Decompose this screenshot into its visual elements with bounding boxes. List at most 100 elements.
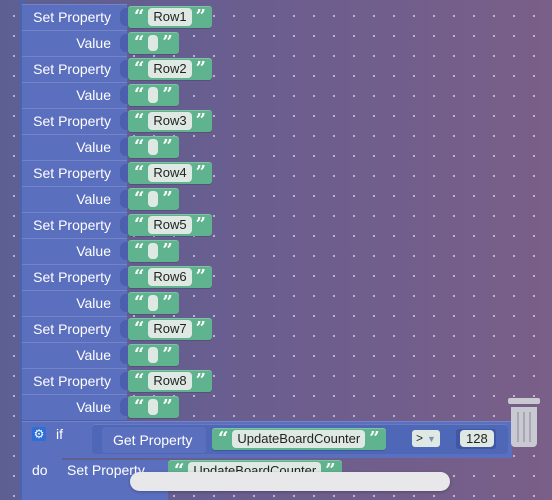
- close-quote-icon: ”: [195, 58, 206, 79]
- close-quote-icon: ”: [162, 188, 173, 209]
- value-field[interactable]: [148, 35, 159, 51]
- value-string-block[interactable]: “ ”: [128, 84, 179, 106]
- value-label: Value: [76, 87, 111, 103]
- set-property-block[interactable]: Set Property: [22, 56, 127, 83]
- close-quote-icon: ”: [162, 396, 173, 417]
- property-name-field[interactable]: Row2: [148, 60, 192, 78]
- set-property-block[interactable]: Set Property: [22, 316, 127, 343]
- set-property-block[interactable]: Set Property: [22, 4, 127, 31]
- property-name-field[interactable]: Row1: [148, 8, 192, 26]
- value-label: Value: [76, 243, 111, 259]
- close-quote-icon: ”: [195, 214, 206, 235]
- trash-can: [511, 407, 537, 447]
- gear-icon[interactable]: ⚙: [32, 427, 46, 441]
- open-quote-icon: “: [134, 84, 145, 105]
- value-row: Value: [22, 290, 127, 317]
- value-string-block[interactable]: “ ”: [128, 344, 179, 366]
- value-row: Value: [22, 186, 127, 213]
- value-row: Value: [22, 30, 127, 57]
- value-string-block[interactable]: “ ”: [128, 240, 179, 262]
- set-property-block[interactable]: Set Property: [22, 108, 127, 135]
- open-quote-icon: “: [134, 292, 145, 313]
- value-field[interactable]: [148, 347, 159, 363]
- open-quote-icon: “: [134, 188, 145, 209]
- set-property-block[interactable]: Set Property: [22, 264, 127, 291]
- set-property-label: Set Property: [33, 165, 111, 181]
- number-field[interactable]: 128: [460, 430, 494, 447]
- close-quote-icon: ”: [162, 136, 173, 157]
- open-quote-icon: “: [134, 6, 145, 27]
- value-field[interactable]: [148, 191, 159, 207]
- set-property-block[interactable]: Set Property: [22, 160, 127, 187]
- value-label: Value: [76, 295, 111, 311]
- trash-icon[interactable]: [504, 398, 544, 450]
- open-quote-icon: “: [134, 58, 145, 79]
- open-quote-icon: “: [134, 32, 145, 53]
- open-quote-icon: “: [134, 110, 145, 131]
- open-quote-icon: “: [134, 266, 145, 287]
- close-quote-icon: ”: [195, 370, 206, 391]
- close-quote-icon: ”: [195, 6, 206, 27]
- close-quote-icon: ”: [162, 344, 173, 365]
- value-row: Value: [22, 82, 127, 109]
- trash-lid: [508, 398, 540, 404]
- value-field[interactable]: [148, 243, 159, 259]
- property-name-field[interactable]: Row5: [148, 216, 192, 234]
- open-quote-icon: “: [134, 240, 145, 261]
- open-quote-icon: “: [134, 396, 145, 417]
- close-quote-icon: ”: [195, 162, 206, 183]
- blocks-workspace[interactable]: Set Property Value “ Row1 ” “ ” Set Prop…: [0, 0, 552, 500]
- close-quote-icon: ”: [162, 32, 173, 53]
- set-property-block[interactable]: Set Property: [22, 368, 127, 395]
- value-string-block[interactable]: “ ”: [128, 32, 179, 54]
- set-property-block[interactable]: Set Property: [22, 212, 127, 239]
- property-name-field[interactable]: Row3: [148, 112, 192, 130]
- set-property-label: Set Property: [33, 373, 111, 389]
- if-label: if: [56, 426, 63, 442]
- set-property-label: Set Property: [33, 217, 111, 233]
- operator-value: >: [416, 431, 424, 445]
- property-string-block[interactable]: “ Row2 ”: [128, 58, 212, 80]
- chevron-down-icon: ▼: [427, 434, 436, 444]
- open-quote-icon: “: [134, 344, 145, 365]
- set-property-label: Set Property: [33, 9, 111, 25]
- get-property-name-field[interactable]: UpdateBoardCounter: [232, 430, 366, 448]
- value-field[interactable]: [148, 87, 159, 103]
- value-label: Value: [76, 139, 111, 155]
- property-string-block[interactable]: “ Row3 ”: [128, 110, 212, 132]
- value-field[interactable]: [148, 399, 159, 415]
- property-string-block[interactable]: “ Row7 ”: [128, 318, 212, 340]
- value-row: Value: [22, 394, 127, 421]
- value-label: Value: [76, 191, 111, 207]
- operator-dropdown[interactable]: > ▼: [412, 430, 440, 447]
- property-string-block[interactable]: “ Row8 ”: [128, 370, 212, 392]
- value-row: Value: [22, 238, 127, 265]
- property-name-field[interactable]: Row4: [148, 164, 192, 182]
- get-property-string[interactable]: “ UpdateBoardCounter ”: [212, 428, 386, 450]
- value-field[interactable]: [148, 295, 159, 311]
- horizontal-scrollbar[interactable]: [130, 472, 450, 491]
- value-label: Value: [76, 347, 111, 363]
- open-quote-icon: “: [134, 370, 145, 391]
- property-string-block[interactable]: “ Row4 ”: [128, 162, 212, 184]
- close-quote-icon: ”: [162, 292, 173, 313]
- set-property-label: Set Property: [33, 61, 111, 77]
- value-string-block[interactable]: “ ”: [128, 136, 179, 158]
- value-string-block[interactable]: “ ”: [128, 292, 179, 314]
- property-name-field[interactable]: Row7: [148, 320, 192, 338]
- value-label: Value: [76, 399, 111, 415]
- set-property-label: Set Property: [33, 321, 111, 337]
- property-name-field[interactable]: Row6: [148, 268, 192, 286]
- value-string-block[interactable]: “ ”: [128, 396, 179, 418]
- property-string-block[interactable]: “ Row5 ”: [128, 214, 212, 236]
- close-quote-icon: ”: [162, 240, 173, 261]
- close-quote-icon: ”: [195, 110, 206, 131]
- value-string-block[interactable]: “ ”: [128, 188, 179, 210]
- value-field[interactable]: [148, 139, 159, 155]
- value-row: Value: [22, 134, 127, 161]
- get-property-label: Get Property: [113, 432, 193, 448]
- property-name-field[interactable]: Row8: [148, 372, 192, 390]
- property-string-block[interactable]: “ Row1 ”: [128, 6, 212, 28]
- do-label: do: [32, 462, 48, 478]
- property-string-block[interactable]: “ Row6 ”: [128, 266, 212, 288]
